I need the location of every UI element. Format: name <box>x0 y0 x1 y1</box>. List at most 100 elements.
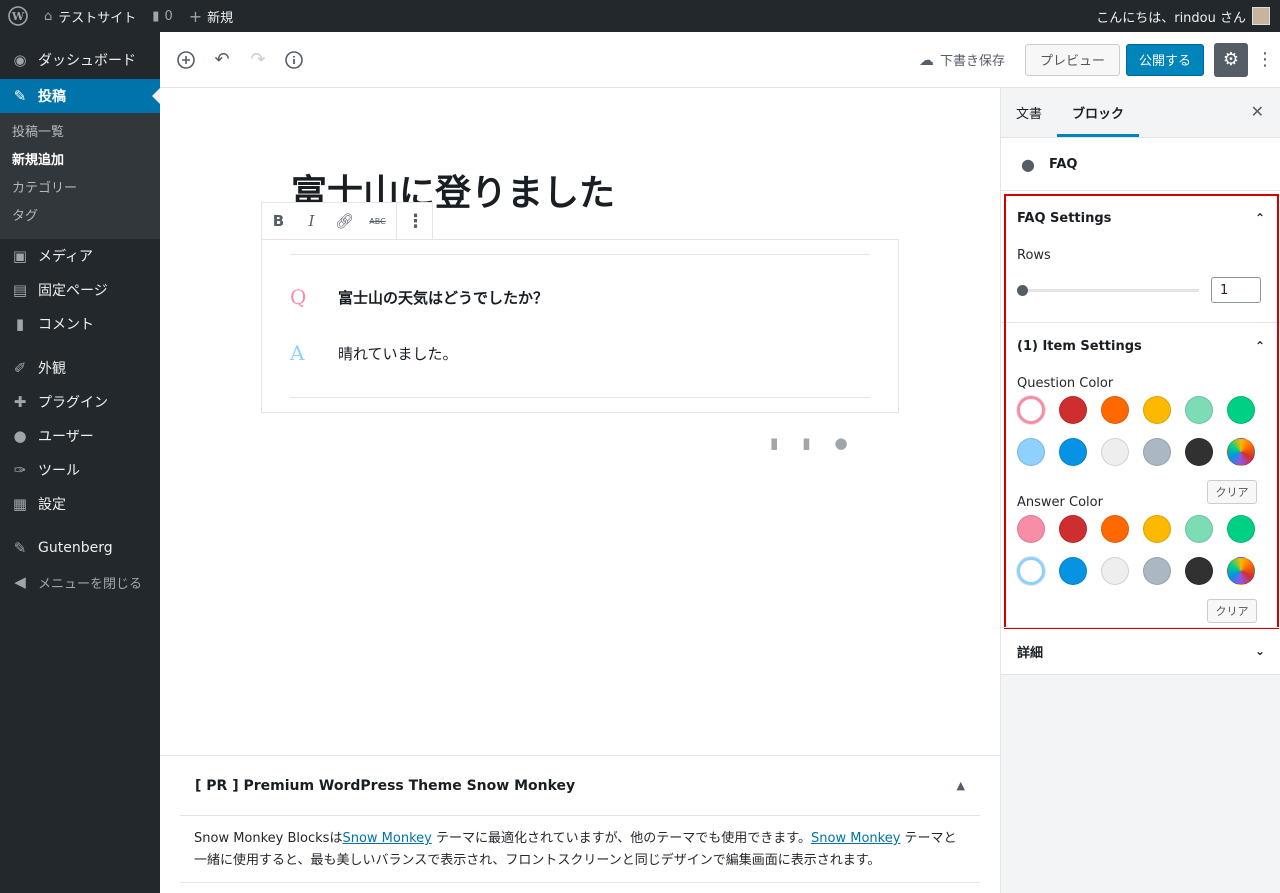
chevron-down-icon: ⌄ <box>1254 644 1265 658</box>
editor-header: ↶ ↷ ☁ 下書き保存 プレビュー 公開する ⚙ ⋮ <box>160 32 1280 88</box>
menu-pages[interactable]: ▤ 固定ページ <box>0 273 160 307</box>
snow-monkey-link[interactable]: Snow Monkey <box>342 831 431 846</box>
menu-plugins[interactable]: ✚ プラグイン <box>0 385 160 419</box>
undo-button[interactable]: ↶ <box>204 42 240 78</box>
menu-appearance-label: 外観 <box>38 361 66 377</box>
faq-answer-text[interactable]: 晴れていました。 <box>338 343 458 364</box>
menu-separator <box>0 341 160 351</box>
menu-settings[interactable]: ▦ 設定 <box>0 487 160 521</box>
sidebar-empty-area <box>1001 674 1280 893</box>
strikethrough-icon: ABC <box>369 216 386 226</box>
submenu-all-posts[interactable]: 投稿一覧 <box>0 119 160 147</box>
pages-icon: ▤ <box>12 281 28 299</box>
pushpin-icon: ✎ <box>13 87 27 105</box>
comment-block-icon[interactable]: ▮ <box>770 434 778 452</box>
more-menu-button[interactable]: ⋮ <box>1256 49 1274 70</box>
faq-block-icon[interactable]: ● <box>835 434 848 452</box>
pr-panel: [ PR ] Premium WordPress Theme Snow Monk… <box>160 755 1000 893</box>
submenu-add-new[interactable]: 新規追加 <box>0 147 160 175</box>
settings-toggle-button[interactable]: ⚙ <box>1214 42 1248 77</box>
link-button[interactable]: 🔗︎ <box>328 203 361 239</box>
menu-settings-label: 設定 <box>38 497 66 513</box>
menu-comments[interactable]: ▮ コメント <box>0 307 160 341</box>
menu-tools[interactable]: ✑ ツール <box>0 453 160 487</box>
block-more-button[interactable]: ⋮ <box>399 203 432 239</box>
comments-link[interactable]: ▮ 0 <box>144 0 180 32</box>
redo-icon: ↷ <box>250 49 266 70</box>
faq-question-row: Q 富士山の天気はどうでしたか？ <box>290 285 548 309</box>
pencil-icon: ✎ <box>13 539 27 557</box>
posts-submenu: 投稿一覧 新規追加 カテゴリー タグ <box>0 113 160 239</box>
editor-canvas: 富士山に登りました B I 🔗︎ ABC ⋮ Q 富士山の天気はどうでしたか？ … <box>160 88 1000 893</box>
content-info-button[interactable] <box>276 42 312 78</box>
menu-collapse[interactable]: ◀ メニューを閉じる <box>0 565 160 599</box>
pr-panel-header[interactable]: [ PR ] Premium WordPress Theme Snow Monk… <box>180 756 980 816</box>
menu-gutenberg[interactable]: ✎ Gutenberg <box>0 531 160 565</box>
wordpress-logo-icon[interactable]: W <box>0 0 36 32</box>
faq-q-label: Q <box>290 285 307 309</box>
italic-icon: I <box>308 212 315 230</box>
preview-button[interactable]: プレビュー <box>1024 43 1120 76</box>
menu-media[interactable]: ▣ メディア <box>0 239 160 273</box>
undo-icon: ↶ <box>214 49 230 70</box>
users-icon: ● <box>13 427 27 445</box>
snow-monkey-link[interactable]: Snow Monkey <box>811 831 900 846</box>
block-toolbar: B I 🔗︎ ABC ⋮ <box>261 202 433 240</box>
details-panel: 詳細 ⌄ <box>1001 628 1280 674</box>
site-name-link[interactable]: ⌂ テストサイト <box>36 0 144 32</box>
bold-icon: B <box>272 212 285 230</box>
menu-separator <box>0 521 160 531</box>
media-icon: ▣ <box>12 247 28 265</box>
details-toggle[interactable]: 詳細 ⌄ <box>1001 628 1280 674</box>
pr-text: Snow Monkey Blocksは <box>194 831 343 846</box>
submenu-tags[interactable]: タグ <box>0 203 160 231</box>
faq-answer-row: A 晴れていました。 <box>290 341 458 365</box>
admin-menu: ◉ ダッシュボード ✎ 投稿 投稿一覧 新規追加 カテゴリー タグ ▣ メディア… <box>0 32 160 893</box>
info-icon <box>285 50 303 69</box>
menu-pages-label: 固定ページ <box>38 283 108 299</box>
highlight-frame <box>1004 194 1279 629</box>
details-title: 詳細 <box>1017 645 1044 661</box>
header-actions: ☁ 下書き保存 プレビュー 公開する ⚙ ⋮ <box>918 42 1280 77</box>
comment-block-icon[interactable]: ▮ <box>802 434 810 452</box>
menu-gutenberg-label: Gutenberg <box>38 540 113 556</box>
greeting-text: こんにちは、rindou さん <box>1096 10 1246 26</box>
bold-button[interactable]: B <box>262 203 295 239</box>
menu-comments-label: コメント <box>38 317 94 333</box>
collapse-arrow-icon: ◀ <box>14 573 26 591</box>
menu-media-label: メディア <box>38 249 94 265</box>
italic-button[interactable]: I <box>295 203 328 239</box>
submenu-categories[interactable]: カテゴリー <box>0 175 160 203</box>
gear-icon: ⚙ <box>1222 49 1240 70</box>
strikethrough-button[interactable]: ABC <box>361 203 394 239</box>
menu-appearance[interactable]: ✐ 外観 <box>0 351 160 385</box>
paintbrush-icon: ✐ <box>13 359 27 377</box>
faq-question-text[interactable]: 富士山の天気はどうでしたか？ <box>338 287 548 308</box>
menu-posts[interactable]: ✎ 投稿 <box>0 79 160 113</box>
my-account-link[interactable]: こんにちは、rindou さん <box>1096 7 1280 26</box>
redo-button[interactable]: ↷ <box>240 42 276 78</box>
block-name: FAQ <box>1048 156 1078 172</box>
save-draft-button[interactable]: ☁ 下書き保存 <box>918 50 1005 70</box>
wrench-icon: ✑ <box>13 461 27 479</box>
publish-button[interactable]: 公開する <box>1125 43 1204 76</box>
menu-users[interactable]: ● ユーザー <box>0 419 160 453</box>
link-icon: 🔗︎ <box>334 212 355 230</box>
save-draft-label: 下書き保存 <box>939 54 1005 69</box>
dashboard-icon: ◉ <box>13 51 27 69</box>
site-name-label: テストサイト <box>58 10 137 26</box>
faq-bottom-divider <box>290 397 870 398</box>
close-icon[interactable]: ✕ <box>1251 102 1264 121</box>
add-block-button[interactable] <box>168 42 204 78</box>
tab-document[interactable]: 文書 <box>1001 88 1057 137</box>
faq-block[interactable]: Q 富士山の天気はどうでしたか？ A 晴れていました。 <box>261 239 899 413</box>
menu-posts-label: 投稿 <box>38 89 66 105</box>
faq-top-divider <box>290 254 870 255</box>
tab-block[interactable]: ブロック <box>1057 88 1140 137</box>
new-content-link[interactable]: + 新規 <box>181 0 241 32</box>
menu-collapse-label: メニューを閉じる <box>38 576 143 592</box>
avatar <box>1252 7 1270 25</box>
cloud-upload-icon: ☁ <box>918 50 934 69</box>
menu-dashboard[interactable]: ◉ ダッシュボード <box>0 43 160 77</box>
menu-dashboard-label: ダッシュボード <box>38 53 136 69</box>
